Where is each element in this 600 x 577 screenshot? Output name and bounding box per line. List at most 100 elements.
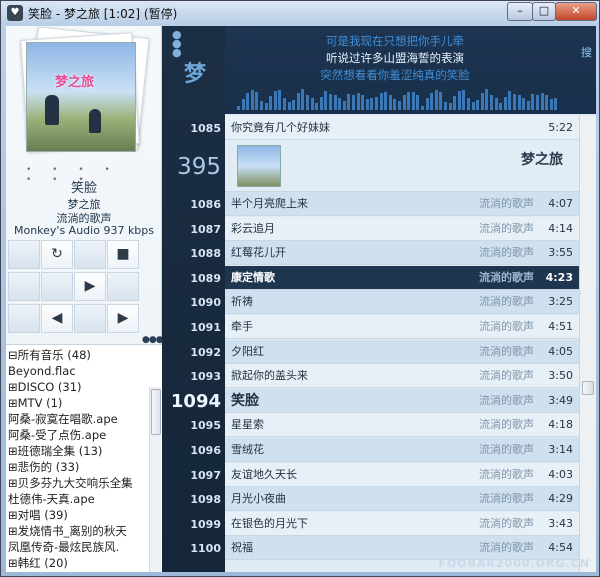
stop-button[interactable]: ■	[107, 240, 139, 269]
maximize-button[interactable]: □	[532, 2, 556, 21]
tree-item[interactable]: 凤凰传奇-最炫民族风.	[8, 539, 119, 555]
client-area: 梦之旅 • • • • • • • 笑脸 梦之旅 流淌的歌声 Monkey's …	[6, 26, 596, 572]
track-album: 流淌的歌声	[479, 270, 534, 284]
spectrum-bar	[306, 94, 309, 110]
spectrum-bar	[531, 94, 535, 110]
tree-item[interactable]: ⊞悲伤的 (33)	[8, 459, 79, 475]
spectrum-bar	[480, 93, 484, 110]
minimize-button[interactable]: –	[507, 2, 533, 21]
track-album: 流淌的歌声	[479, 418, 534, 432]
playlist-row[interactable]: 友谊地久天长 流淌的歌声 4:03	[225, 462, 579, 487]
spectrum-bar	[283, 97, 286, 110]
spectrum-visualizer	[237, 88, 567, 110]
playlist-row[interactable]: 星星索 流淌的歌声 4:18	[225, 413, 579, 438]
library-tree[interactable]: ⊟所有音乐 (48) Beyond.flac ⊞DISCO (31) ⊞MTV (1…	[6, 344, 162, 572]
tree-scroll-thumb[interactable]	[151, 389, 161, 435]
track-duration: 3:50	[548, 369, 573, 383]
track-album: 流淌的歌声	[479, 443, 534, 456]
tree-item[interactable]: ⊞发烧情书_离别的秋天	[8, 523, 127, 539]
spectrum-bar	[522, 98, 526, 110]
track-number: 1098	[190, 493, 221, 507]
playlist-row[interactable]: 雪绒花 流淌的歌声 3:14	[225, 438, 579, 462]
tree-item[interactable]: ⊞班德瑞全集 (13)	[8, 443, 102, 459]
app-icon: ♥	[7, 5, 23, 21]
tree-item[interactable]: ⊟所有音乐 (48)	[8, 347, 91, 363]
search-button[interactable]: 搜	[581, 44, 592, 60]
spectrum-bar	[540, 92, 544, 110]
play-button[interactable]: ▶	[74, 272, 106, 301]
playlist-row[interactable]: 康定情歌 流淌的歌声 4:23	[225, 265, 579, 290]
track-number: 1091	[190, 321, 221, 334]
playlist-scrollbar[interactable]	[579, 116, 596, 572]
spectrum-bar	[310, 97, 314, 110]
playlist-row[interactable]: 红莓花儿开 流淌的歌声 3:55	[225, 241, 579, 266]
side-menu-icon[interactable]: ● ● ●	[172, 29, 182, 58]
track-title: 你究竟有几个好妹妹	[231, 121, 330, 134]
spectrum-bar	[430, 92, 434, 110]
spectrum-bar	[301, 89, 305, 110]
side-vertical-text: 梦	[184, 62, 207, 87]
track-duration: 3:25	[548, 295, 573, 309]
tree-item[interactable]: 阿桑-受了点伤.ape	[8, 427, 106, 443]
track-duration: 4:23	[545, 270, 573, 284]
track-title: 彩云追月	[231, 221, 275, 235]
playlist-row[interactable]: 夕阳红 流淌的歌声 4:05	[225, 339, 579, 364]
track-duration: 4:18	[548, 418, 573, 432]
tree-item[interactable]: ⊞贝多芬九大交响乐全集	[8, 475, 133, 491]
playlist-row[interactable]: 你究竟有几个好妹妹 5:22	[225, 116, 579, 140]
track-duration: 3:49	[548, 393, 573, 407]
track-album: 流淌的歌声	[479, 467, 534, 481]
playlist-scroll-thumb[interactable]	[582, 381, 594, 395]
spectrum-bar	[278, 89, 282, 110]
control-cell	[41, 272, 73, 301]
playlist-row[interactable]: 祈祷 流淌的歌声 3:25	[225, 290, 579, 315]
spectrum-bar	[416, 95, 420, 110]
playlist-row[interactable]: 牵手 流淌的歌声 4:51	[225, 315, 579, 339]
repeat-button[interactable]: ↻	[41, 240, 73, 269]
spectrum-bar	[411, 91, 415, 110]
spectrum-bar	[526, 101, 530, 110]
track-title: 在银色的月光下	[231, 516, 308, 530]
playlist-row[interactable]: 彩云追月 流淌的歌声 4:14	[225, 216, 579, 241]
spectrum-bar	[329, 94, 332, 110]
spectrum-bar	[375, 97, 378, 110]
spectrum-bar	[246, 92, 250, 110]
tree-item[interactable]: 阿桑-寂寞在唱歌.ape	[8, 411, 118, 427]
tree-item[interactable]: Beyond.flac	[8, 363, 76, 379]
spectrum-bar	[425, 98, 429, 110]
previous-button[interactable]: ◀	[41, 304, 73, 333]
album-cover-stack[interactable]: 梦之旅	[20, 26, 150, 160]
track-album: 流淌的歌声	[479, 295, 534, 309]
track-title: 祝福	[231, 541, 253, 555]
playlist-row[interactable]: 半个月亮爬上来 流淌的歌声 4:07	[225, 192, 579, 216]
now-playing-title: 笑脸	[70, 181, 97, 196]
close-button[interactable]: ✕	[555, 2, 597, 21]
playlist-row[interactable]: 月光小夜曲 流淌的歌声 4:29	[225, 487, 579, 512]
tree-item[interactable]: ⊞DISCO (31)	[8, 379, 82, 395]
next-button[interactable]: ▶	[107, 304, 139, 333]
spectrum-bar	[467, 97, 470, 110]
playlist[interactable]: 你究竟有几个好妹妹 5:22 梦之旅 半个月亮爬上来 流淌的歌声 4:07 彩云追月流…	[225, 116, 579, 572]
watermark: FOOBAR2000.ORG.CN	[438, 557, 590, 570]
playlist-row[interactable]: 在银色的月光下 流淌的歌声 3:43	[225, 511, 579, 536]
lyrics-panel: 可是我现在只想把你手儿牵 听说过许多山盟海誓的表演 突然想看看你羞涩纯真的笑脸 …	[225, 26, 596, 114]
track-album: 流淌的歌声	[479, 221, 534, 235]
tree-item[interactable]: ⊞韩红 (20)	[8, 555, 68, 571]
track-album: 流淌的歌声	[479, 516, 534, 530]
playlist-row[interactable]: 掀起你的盖头来 流淌的歌声 3:50	[225, 364, 579, 389]
title-bar[interactable]: ♥ 笑脸 - 梦之旅 [1:02] (暂停) – □ ✕	[1, 1, 599, 25]
tree-item[interactable]: 杜德伟-天真.ape	[8, 491, 95, 507]
tree-item[interactable]: ⊞对唱 (39)	[8, 507, 68, 523]
group-album-title: 梦之旅	[521, 152, 563, 168]
tree-scrollbar[interactable]	[149, 387, 161, 572]
tree-item[interactable]: ⊞MTV (1)	[8, 395, 62, 411]
track-title: 半个月亮爬上来	[231, 197, 308, 210]
spectrum-bar	[292, 99, 296, 110]
track-number: 1094	[170, 390, 221, 412]
playlist-row[interactable]: 笑脸 流淌的歌声 3:49	[225, 388, 579, 413]
album-group-header[interactable]: 梦之旅	[225, 140, 579, 192]
track-number: 1097	[190, 468, 221, 482]
track-duration: 4:29	[548, 492, 573, 506]
spectrum-bar	[508, 90, 512, 110]
now-playing-codec: Monkey's Audio 937 kbps	[13, 224, 155, 237]
